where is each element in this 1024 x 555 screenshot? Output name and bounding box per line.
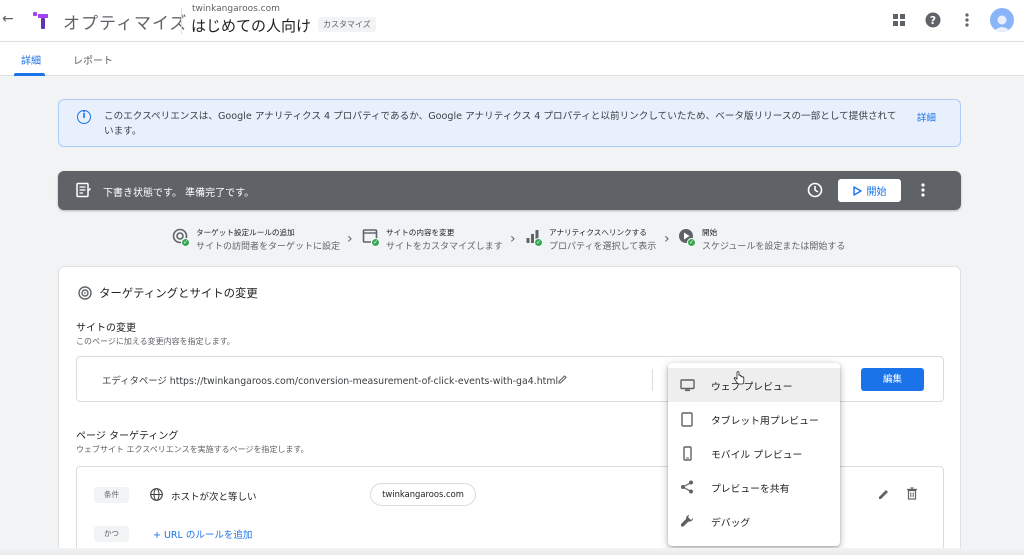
experience-type-chip: カスタマイズ	[318, 17, 376, 32]
step-title: アナリティクスへリンクする	[549, 228, 647, 237]
banner-detail-link[interactable]: 詳細	[917, 110, 936, 124]
card-title: ターゲティングとサイトの変更	[99, 286, 258, 300]
setup-steps: ✓ ターゲット設定ルールの追加 サイトの訪問者をターゲットに設定 › ✓ サイト…	[0, 226, 1024, 256]
tab-bar: 詳細 レポート	[0, 42, 1024, 76]
step-title: 開始	[702, 228, 718, 237]
container-domain: twinkangaroos.com	[192, 4, 280, 14]
check-icon: ✓	[181, 238, 190, 247]
add-url-rule-link[interactable]: + URL のルールを追加	[153, 527, 252, 541]
active-tab-indicator	[14, 73, 45, 76]
rule-value-chip[interactable]: twinkangaroos.com	[370, 483, 476, 506]
page-targeting-subtitle: ウェブサイト エクスペリエンスを実施するページを指定します。	[76, 445, 309, 454]
step-title: サイトの内容を変更	[386, 228, 455, 237]
phone-icon	[679, 445, 695, 461]
chevron-right-icon: ›	[664, 231, 670, 247]
edit-rule-pencil-icon[interactable]	[877, 487, 890, 500]
avatar[interactable]	[990, 8, 1014, 32]
back-arrow-icon[interactable]: ←	[2, 11, 14, 27]
step-subtitle: スケジュールを設定または開始する	[702, 242, 846, 252]
tab-details[interactable]: 詳細	[21, 52, 41, 67]
play-icon	[852, 185, 862, 196]
share-icon	[679, 479, 695, 495]
editor-page-label: エディタページ https://twinkangaroos.com/conver…	[102, 376, 559, 387]
draft-document-icon	[76, 182, 91, 198]
apps-grid-icon[interactable]	[888, 9, 910, 31]
app-name: オプティマイズ	[63, 14, 188, 34]
menu-item-debug[interactable]: デバッグ	[668, 504, 840, 538]
menu-item-label: モバイル プレビュー	[711, 450, 803, 461]
step-subtitle: サイトをカスタマイズします	[386, 242, 503, 252]
status-text: 下書き状態です。 準備完了です。	[103, 188, 255, 199]
menu-item-label: デバッグ	[711, 518, 751, 529]
preview-menu: ウェブ プレビュー タブレット用プレビュー モバイル プレビュー プレビューを共…	[668, 363, 840, 546]
tablet-icon	[679, 411, 695, 427]
edit-button[interactable]: 編集	[861, 368, 924, 391]
optimize-logo-icon	[33, 12, 48, 29]
page-targeting-title: ページ ターゲティング	[76, 431, 179, 442]
chevron-right-icon: ›	[510, 231, 516, 247]
help-icon[interactable]: ?	[922, 9, 944, 31]
divider	[181, 8, 182, 34]
check-icon: ✓	[371, 238, 380, 247]
banner-text: このエクスペリエンスは、Google アナリティクス 4 プロパティであるか、G…	[104, 111, 897, 137]
menu-item-label: プレビューを共有	[711, 484, 790, 495]
menu-item-label: ウェブ プレビュー	[711, 382, 793, 393]
and-chip: かつ	[94, 526, 129, 542]
experience-name: はじめての人向け	[191, 17, 312, 35]
menu-item-label: タブレット用プレビュー	[711, 416, 819, 427]
menu-item-share-preview[interactable]: プレビューを共有	[668, 470, 840, 504]
tab-report[interactable]: レポート	[73, 52, 113, 67]
top-actions: ?	[888, 8, 1014, 32]
divider	[652, 369, 653, 391]
menu-item-web-preview[interactable]: ウェブ プレビュー	[668, 368, 840, 402]
draft-status-bar: 下書き状態です。 準備完了です。 開始	[58, 171, 961, 210]
chevron-right-icon: ›	[347, 231, 353, 247]
schedule-clock-icon[interactable]	[807, 182, 823, 198]
start-button-label: 開始	[866, 187, 887, 198]
wrench-icon	[679, 513, 695, 529]
app-bar: ← オプティマイズ twinkangaroos.com はじめての人向け カスタ…	[0, 0, 1024, 42]
site-changes-title: サイトの変更	[76, 323, 136, 334]
monitor-icon	[679, 377, 695, 393]
edit-url-pencil-icon[interactable]	[557, 373, 568, 384]
start-button[interactable]: 開始	[838, 179, 901, 202]
page-bottom-edge	[0, 548, 1024, 555]
check-icon: ✓	[534, 238, 543, 247]
condition-chip: 条件	[94, 487, 129, 503]
step-title: ターゲット設定ルールの追加	[196, 228, 295, 237]
menu-item-tablet-preview[interactable]: タブレット用プレビュー	[668, 402, 840, 436]
rule-label: ホストが次と等しい	[171, 492, 257, 503]
menu-item-mobile-preview[interactable]: モバイル プレビュー	[668, 436, 840, 470]
info-icon: i	[77, 110, 91, 124]
step-subtitle: プロパティを選択して表示	[549, 242, 657, 252]
delete-rule-trash-icon[interactable]	[906, 487, 918, 500]
editor-page-url: https://twinkangaroos.com/conversion-mea…	[169, 376, 559, 387]
globe-icon	[150, 488, 163, 501]
site-changes-subtitle: このページに加える変更内容を指定します。	[76, 337, 235, 346]
info-banner: i このエクスペリエンスは、Google アナリティクス 4 プロパティであるか…	[58, 99, 961, 147]
step-subtitle: サイトの訪問者をターゲットに設定	[196, 242, 341, 252]
check-icon: ✓	[687, 238, 696, 247]
status-more-vert-icon[interactable]	[920, 182, 926, 198]
target-icon	[78, 286, 92, 300]
more-vert-icon[interactable]	[956, 9, 978, 31]
hand-cursor-icon	[733, 371, 745, 385]
svg-text:?: ?	[930, 14, 936, 27]
